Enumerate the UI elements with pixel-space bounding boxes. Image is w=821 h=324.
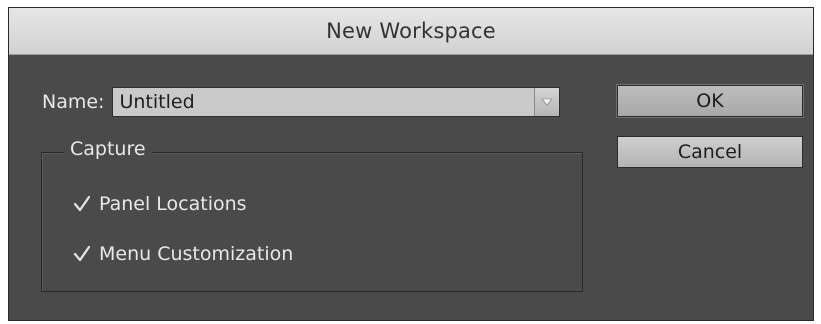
checkmark-icon[interactable] — [72, 194, 92, 214]
ok-button[interactable]: OK — [617, 85, 803, 117]
name-label: Name: — [42, 91, 105, 113]
checkmark-icon[interactable] — [72, 244, 92, 264]
name-dropdown-button[interactable] — [534, 88, 560, 116]
dialog-title-bar[interactable]: New Workspace — [9, 8, 813, 55]
name-combobox[interactable]: Untitled — [112, 87, 561, 117]
new-workspace-dialog: New Workspace Name: Untitled Capture Pan… — [8, 7, 814, 321]
panel-locations-label: Panel Locations — [99, 193, 247, 215]
capture-group: Capture Panel Locations Menu Customizati… — [41, 138, 583, 292]
name-row: Name: Untitled — [42, 86, 561, 118]
menu-customization-option[interactable]: Menu Customization — [72, 243, 293, 265]
cancel-button[interactable]: Cancel — [617, 136, 803, 168]
capture-legend: Capture — [64, 138, 152, 160]
dialog-title: New Workspace — [326, 19, 496, 43]
panel-locations-option[interactable]: Panel Locations — [72, 193, 247, 215]
name-input[interactable]: Untitled — [113, 91, 534, 113]
chevron-down-icon — [541, 98, 554, 106]
menu-customization-label: Menu Customization — [99, 243, 294, 265]
